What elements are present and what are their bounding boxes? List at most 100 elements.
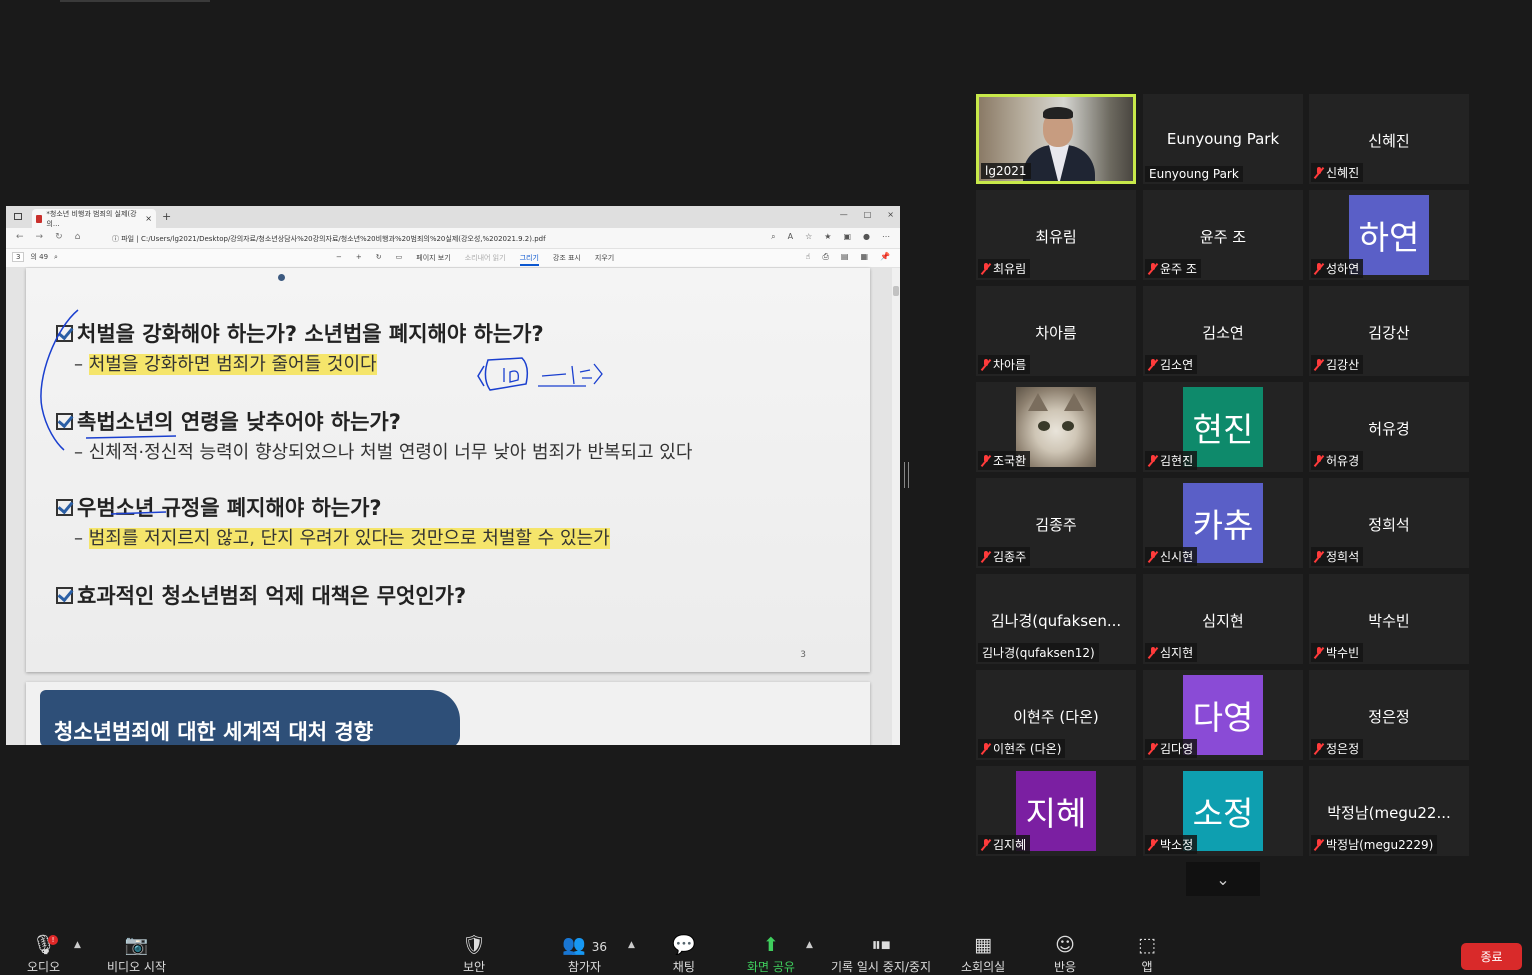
- pdf-viewer[interactable]: 처벌을 강화해야 하는가? 소년법을 폐지해야 하는가? – 처벌을 강화하면 …: [6, 268, 900, 745]
- participant-tile[interactable]: 차아름 차아름: [976, 286, 1136, 376]
- tab-actions-icon[interactable]: [14, 213, 22, 220]
- muted-mic-icon: [1315, 742, 1323, 755]
- apps-button[interactable]: ⬚ 앱: [1138, 934, 1156, 975]
- participant-tile[interactable]: 지혜 김지혜: [976, 766, 1136, 856]
- breakout-rooms-button[interactable]: ▦ 소회의실: [961, 934, 1005, 975]
- participant-name: 김종주: [1035, 516, 1077, 534]
- draw-button[interactable]: 그리기: [519, 253, 539, 266]
- participant-tile[interactable]: 박정남(megu22... 박정남(megu2229): [1309, 766, 1469, 856]
- participant-tile[interactable]: 정은정 정은정: [1309, 670, 1469, 760]
- participant-label-text: 최유림: [993, 262, 1027, 276]
- favorite-icon[interactable]: ☆: [805, 232, 812, 242]
- participant-tile[interactable]: 김소연 김소연: [1143, 286, 1303, 376]
- muted-mic-icon: [982, 454, 990, 467]
- page-input[interactable]: 3: [12, 252, 25, 262]
- back-icon[interactable]: ←: [16, 232, 24, 242]
- maximize-button[interactable]: □: [864, 210, 872, 219]
- refresh-icon[interactable]: ↻: [55, 232, 63, 242]
- participant-label-text: 이현주 (다온): [993, 742, 1062, 756]
- participant-tile[interactable]: 현진 김현진: [1143, 382, 1303, 472]
- page-view-button[interactable]: 페이지 보기: [416, 253, 450, 266]
- browser-tab[interactable]: *청소년 비행과 범죄의 실제(강의... ×: [32, 209, 156, 228]
- participant-label-text: 윤주 조: [1160, 262, 1197, 276]
- participant-name: 허유경: [1368, 420, 1410, 438]
- participant-label-text: Eunyoung Park: [1149, 167, 1239, 181]
- more-icon[interactable]: ⋯: [882, 232, 890, 242]
- video-button[interactable]: 📷 비디오 시작: [107, 934, 166, 975]
- fit-icon[interactable]: ▭: [396, 253, 403, 266]
- security-button[interactable]: 🛡 보안: [462, 934, 486, 975]
- participant-tile[interactable]: 심지현 심지현: [1143, 574, 1303, 664]
- participant-tile[interactable]: 소정 박소정: [1143, 766, 1303, 856]
- tab-close-icon[interactable]: ×: [145, 214, 152, 223]
- touch-icon[interactable]: ☝: [806, 252, 811, 262]
- erase-button[interactable]: 지우기: [595, 253, 614, 266]
- participant-tile[interactable]: lg2021: [976, 94, 1136, 184]
- reactions-button[interactable]: ☺ 반응: [1054, 934, 1076, 975]
- participant-tile[interactable]: 카츄 신시현: [1143, 478, 1303, 568]
- audio-options-caret[interactable]: ▲: [74, 940, 81, 950]
- participant-label: 김소연: [1145, 355, 1198, 374]
- participant-label-text: 정은정: [1326, 742, 1360, 756]
- scroll-thumb[interactable]: [893, 286, 899, 296]
- tab-title: *청소년 비행과 범죄의 실제(강의...: [46, 209, 137, 228]
- zoom-in-icon[interactable]: +: [356, 253, 362, 266]
- participant-tile[interactable]: 조국환: [976, 382, 1136, 472]
- participant-tile[interactable]: 하연 성하연: [1309, 190, 1469, 280]
- shared-screen[interactable]: *청소년 비행과 범죄의 실제(강의... × + — □ × ← → ↻ ⌂ …: [6, 206, 900, 745]
- pin-icon[interactable]: 📌: [880, 252, 890, 262]
- participant-tile[interactable]: 이현주 (다온) 이현주 (다온): [976, 670, 1136, 760]
- participant-tile[interactable]: 다영 김다영: [1143, 670, 1303, 760]
- participant-tile[interactable]: 김종주 김종주: [976, 478, 1136, 568]
- participant-name: Eunyoung Park: [1166, 130, 1280, 148]
- participant-name: 신혜진: [1368, 132, 1410, 150]
- participant-tile[interactable]: Eunyoung Park Eunyoung Park: [1143, 94, 1303, 184]
- chat-button[interactable]: 💬 채팅: [672, 934, 696, 975]
- collections-icon[interactable]: ▣: [843, 232, 851, 242]
- home-icon[interactable]: ⌂: [75, 232, 81, 242]
- participant-name: 김소연: [1202, 324, 1244, 342]
- participant-tile[interactable]: 윤주 조 윤주 조: [1143, 190, 1303, 280]
- new-tab-button[interactable]: +: [162, 210, 171, 223]
- zoom-out-icon[interactable]: −: [336, 253, 342, 266]
- participant-tile[interactable]: 박수빈 박수빈: [1309, 574, 1469, 664]
- participant-tile[interactable]: 신혜진 신혜진: [1309, 94, 1469, 184]
- save-icon[interactable]: ▤: [841, 252, 849, 262]
- highlight-button[interactable]: 강조 표시: [553, 253, 581, 266]
- end-meeting-button[interactable]: 종료: [1461, 943, 1522, 970]
- share-screen-button[interactable]: ⬆ 화면 공유: [747, 934, 795, 975]
- record-button[interactable]: ⏸⏹ 기록 일시 중지/중지: [831, 934, 931, 975]
- muted-mic-icon: [1315, 454, 1323, 467]
- pdf-tools: − + ↻ ▭ 페이지 보기 소리내어 읽기 그리기 강조 표시 지우기: [336, 253, 614, 266]
- participant-tile[interactable]: 김나경(qufaksen... 김나경(qufaksen12): [976, 574, 1136, 664]
- participant-tile[interactable]: 김강산 김강산: [1309, 286, 1469, 376]
- read-aloud-button[interactable]: 소리내어 읽기: [465, 253, 506, 266]
- save-as-icon[interactable]: ▦: [860, 252, 868, 262]
- close-window-button[interactable]: ×: [887, 210, 894, 219]
- muted-mic-icon: [1149, 742, 1157, 755]
- rotate-icon[interactable]: ↻: [376, 253, 382, 266]
- read-icon[interactable]: A: [788, 232, 793, 242]
- pdf-scrollbar[interactable]: [892, 268, 900, 745]
- print-icon[interactable]: ⎙: [823, 252, 829, 262]
- forward-icon[interactable]: →: [36, 232, 44, 242]
- resize-handle[interactable]: [904, 462, 909, 488]
- minimize-button[interactable]: —: [840, 210, 848, 219]
- address-label: 파일: [121, 235, 135, 243]
- gallery-next-button[interactable]: ⌄: [1186, 862, 1260, 896]
- share-options-caret[interactable]: ▲: [806, 940, 813, 950]
- top-edge-line: [60, 0, 210, 2]
- participant-name: 최유림: [1035, 228, 1077, 246]
- reaction-icon: ☺: [1055, 934, 1075, 956]
- participant-tile[interactable]: 최유림 최유림: [976, 190, 1136, 280]
- favorites-icon[interactable]: ★: [824, 232, 831, 242]
- url-field[interactable]: ⓘ 파일 | C:/Users/lg2021/Desktop/강의자료/청소년상…: [112, 234, 546, 244]
- participant-name: 정희석: [1368, 516, 1410, 534]
- participant-tile[interactable]: 정희석 정희석: [1309, 478, 1469, 568]
- participants-button[interactable]: 👥 36 참가자: [562, 934, 607, 975]
- search-icon[interactable]: ⌕: [54, 253, 58, 262]
- participants-options-caret[interactable]: ▲: [628, 940, 635, 950]
- profile-icon[interactable]: ●: [863, 232, 870, 242]
- zoom-icon[interactable]: ⌕: [771, 232, 775, 242]
- participant-tile[interactable]: 허유경 허유경: [1309, 382, 1469, 472]
